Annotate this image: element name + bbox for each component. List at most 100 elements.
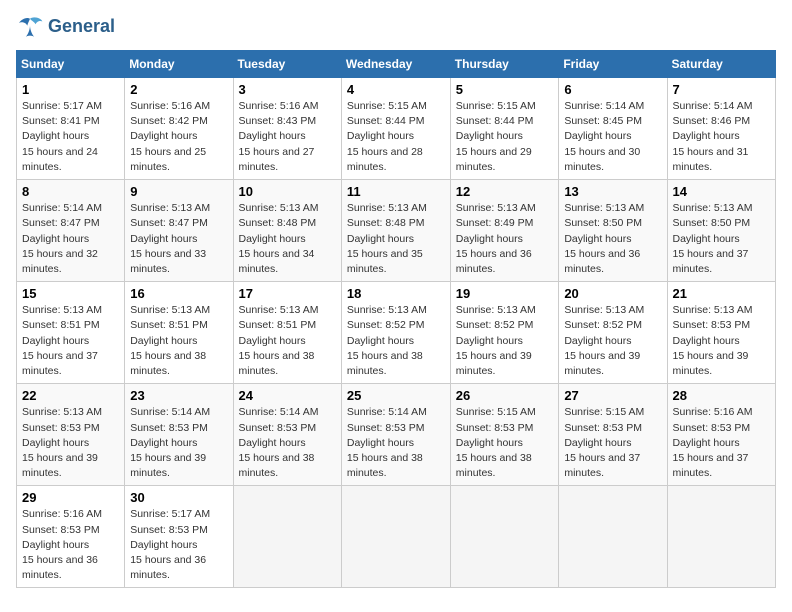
day-number: 5 <box>456 82 554 97</box>
day-number: 15 <box>22 286 119 301</box>
calendar-header-wednesday: Wednesday <box>341 51 450 78</box>
calendar-cell: 11 Sunrise: 5:13 AMSunset: 8:48 PMDaylig… <box>341 180 450 282</box>
day-number: 12 <box>456 184 554 199</box>
day-info: Sunrise: 5:13 AMSunset: 8:51 PMDaylight … <box>130 304 210 377</box>
calendar-cell: 30 Sunrise: 5:17 AMSunset: 8:53 PMDaylig… <box>125 486 233 588</box>
calendar-cell: 1 Sunrise: 5:17 AMSunset: 8:41 PMDayligh… <box>17 78 125 180</box>
calendar-cell: 8 Sunrise: 5:14 AMSunset: 8:47 PMDayligh… <box>17 180 125 282</box>
calendar-cell: 24 Sunrise: 5:14 AMSunset: 8:53 PMDaylig… <box>233 384 341 486</box>
day-number: 22 <box>22 388 119 403</box>
day-info: Sunrise: 5:17 AMSunset: 8:53 PMDaylight … <box>130 508 210 581</box>
day-number: 7 <box>673 82 771 97</box>
day-info: Sunrise: 5:14 AMSunset: 8:45 PMDaylight … <box>564 100 644 173</box>
day-number: 29 <box>22 490 119 505</box>
calendar-cell <box>667 486 776 588</box>
calendar-cell: 29 Sunrise: 5:16 AMSunset: 8:53 PMDaylig… <box>17 486 125 588</box>
calendar-cell: 12 Sunrise: 5:13 AMSunset: 8:49 PMDaylig… <box>450 180 559 282</box>
day-number: 20 <box>564 286 661 301</box>
day-info: Sunrise: 5:13 AMSunset: 8:50 PMDaylight … <box>673 202 753 275</box>
day-number: 27 <box>564 388 661 403</box>
calendar-cell: 3 Sunrise: 5:16 AMSunset: 8:43 PMDayligh… <box>233 78 341 180</box>
day-number: 9 <box>130 184 227 199</box>
day-number: 2 <box>130 82 227 97</box>
day-info: Sunrise: 5:13 AMSunset: 8:52 PMDaylight … <box>347 304 427 377</box>
calendar-cell: 25 Sunrise: 5:14 AMSunset: 8:53 PMDaylig… <box>341 384 450 486</box>
calendar-week-4: 22 Sunrise: 5:13 AMSunset: 8:53 PMDaylig… <box>17 384 776 486</box>
calendar-week-2: 8 Sunrise: 5:14 AMSunset: 8:47 PMDayligh… <box>17 180 776 282</box>
day-number: 30 <box>130 490 227 505</box>
day-info: Sunrise: 5:16 AMSunset: 8:53 PMDaylight … <box>673 406 753 479</box>
calendar-cell: 18 Sunrise: 5:13 AMSunset: 8:52 PMDaylig… <box>341 282 450 384</box>
day-info: Sunrise: 5:14 AMSunset: 8:46 PMDaylight … <box>673 100 753 173</box>
day-info: Sunrise: 5:13 AMSunset: 8:52 PMDaylight … <box>456 304 536 377</box>
day-info: Sunrise: 5:15 AMSunset: 8:44 PMDaylight … <box>347 100 427 173</box>
day-info: Sunrise: 5:13 AMSunset: 8:48 PMDaylight … <box>347 202 427 275</box>
calendar-cell: 21 Sunrise: 5:13 AMSunset: 8:53 PMDaylig… <box>667 282 776 384</box>
day-number: 16 <box>130 286 227 301</box>
calendar-header-friday: Friday <box>559 51 667 78</box>
day-info: Sunrise: 5:13 AMSunset: 8:51 PMDaylight … <box>22 304 102 377</box>
day-info: Sunrise: 5:13 AMSunset: 8:53 PMDaylight … <box>673 304 753 377</box>
day-number: 3 <box>239 82 336 97</box>
day-info: Sunrise: 5:13 AMSunset: 8:47 PMDaylight … <box>130 202 210 275</box>
day-number: 8 <box>22 184 119 199</box>
calendar-cell: 9 Sunrise: 5:13 AMSunset: 8:47 PMDayligh… <box>125 180 233 282</box>
day-number: 13 <box>564 184 661 199</box>
calendar-cell: 20 Sunrise: 5:13 AMSunset: 8:52 PMDaylig… <box>559 282 667 384</box>
calendar-cell: 28 Sunrise: 5:16 AMSunset: 8:53 PMDaylig… <box>667 384 776 486</box>
day-number: 28 <box>673 388 771 403</box>
day-number: 26 <box>456 388 554 403</box>
day-info: Sunrise: 5:15 AMSunset: 8:53 PMDaylight … <box>456 406 536 479</box>
calendar-cell: 22 Sunrise: 5:13 AMSunset: 8:53 PMDaylig… <box>17 384 125 486</box>
day-number: 1 <box>22 82 119 97</box>
day-number: 19 <box>456 286 554 301</box>
calendar-header-sunday: Sunday <box>17 51 125 78</box>
calendar-body: 1 Sunrise: 5:17 AMSunset: 8:41 PMDayligh… <box>17 78 776 588</box>
calendar-cell: 14 Sunrise: 5:13 AMSunset: 8:50 PMDaylig… <box>667 180 776 282</box>
logo-text: General <box>48 17 115 37</box>
day-info: Sunrise: 5:16 AMSunset: 8:43 PMDaylight … <box>239 100 319 173</box>
day-number: 4 <box>347 82 445 97</box>
calendar-cell: 17 Sunrise: 5:13 AMSunset: 8:51 PMDaylig… <box>233 282 341 384</box>
calendar-week-1: 1 Sunrise: 5:17 AMSunset: 8:41 PMDayligh… <box>17 78 776 180</box>
calendar-cell <box>233 486 341 588</box>
calendar-week-5: 29 Sunrise: 5:16 AMSunset: 8:53 PMDaylig… <box>17 486 776 588</box>
calendar-table: SundayMondayTuesdayWednesdayThursdayFrid… <box>16 50 776 588</box>
calendar-cell <box>450 486 559 588</box>
day-info: Sunrise: 5:17 AMSunset: 8:41 PMDaylight … <box>22 100 102 173</box>
calendar-cell: 7 Sunrise: 5:14 AMSunset: 8:46 PMDayligh… <box>667 78 776 180</box>
day-number: 25 <box>347 388 445 403</box>
day-info: Sunrise: 5:16 AMSunset: 8:42 PMDaylight … <box>130 100 210 173</box>
day-info: Sunrise: 5:14 AMSunset: 8:47 PMDaylight … <box>22 202 102 275</box>
page-header: General <box>16 16 776 38</box>
calendar-cell: 13 Sunrise: 5:13 AMSunset: 8:50 PMDaylig… <box>559 180 667 282</box>
day-number: 24 <box>239 388 336 403</box>
calendar-cell: 23 Sunrise: 5:14 AMSunset: 8:53 PMDaylig… <box>125 384 233 486</box>
calendar-week-3: 15 Sunrise: 5:13 AMSunset: 8:51 PMDaylig… <box>17 282 776 384</box>
day-info: Sunrise: 5:13 AMSunset: 8:49 PMDaylight … <box>456 202 536 275</box>
day-info: Sunrise: 5:13 AMSunset: 8:53 PMDaylight … <box>22 406 102 479</box>
day-info: Sunrise: 5:15 AMSunset: 8:53 PMDaylight … <box>564 406 644 479</box>
calendar-header-row: SundayMondayTuesdayWednesdayThursdayFrid… <box>17 51 776 78</box>
calendar-header-saturday: Saturday <box>667 51 776 78</box>
calendar-header-tuesday: Tuesday <box>233 51 341 78</box>
day-info: Sunrise: 5:14 AMSunset: 8:53 PMDaylight … <box>239 406 319 479</box>
calendar-cell: 15 Sunrise: 5:13 AMSunset: 8:51 PMDaylig… <box>17 282 125 384</box>
day-number: 18 <box>347 286 445 301</box>
calendar-cell: 19 Sunrise: 5:13 AMSunset: 8:52 PMDaylig… <box>450 282 559 384</box>
day-info: Sunrise: 5:14 AMSunset: 8:53 PMDaylight … <box>347 406 427 479</box>
day-number: 17 <box>239 286 336 301</box>
calendar-cell: 4 Sunrise: 5:15 AMSunset: 8:44 PMDayligh… <box>341 78 450 180</box>
day-info: Sunrise: 5:15 AMSunset: 8:44 PMDaylight … <box>456 100 536 173</box>
calendar-cell: 26 Sunrise: 5:15 AMSunset: 8:53 PMDaylig… <box>450 384 559 486</box>
day-info: Sunrise: 5:13 AMSunset: 8:50 PMDaylight … <box>564 202 644 275</box>
day-number: 11 <box>347 184 445 199</box>
calendar-cell: 16 Sunrise: 5:13 AMSunset: 8:51 PMDaylig… <box>125 282 233 384</box>
calendar-cell: 2 Sunrise: 5:16 AMSunset: 8:42 PMDayligh… <box>125 78 233 180</box>
calendar-cell <box>559 486 667 588</box>
logo-bird-icon <box>16 16 44 38</box>
day-number: 6 <box>564 82 661 97</box>
day-number: 21 <box>673 286 771 301</box>
logo: General <box>16 16 115 38</box>
calendar-cell <box>341 486 450 588</box>
